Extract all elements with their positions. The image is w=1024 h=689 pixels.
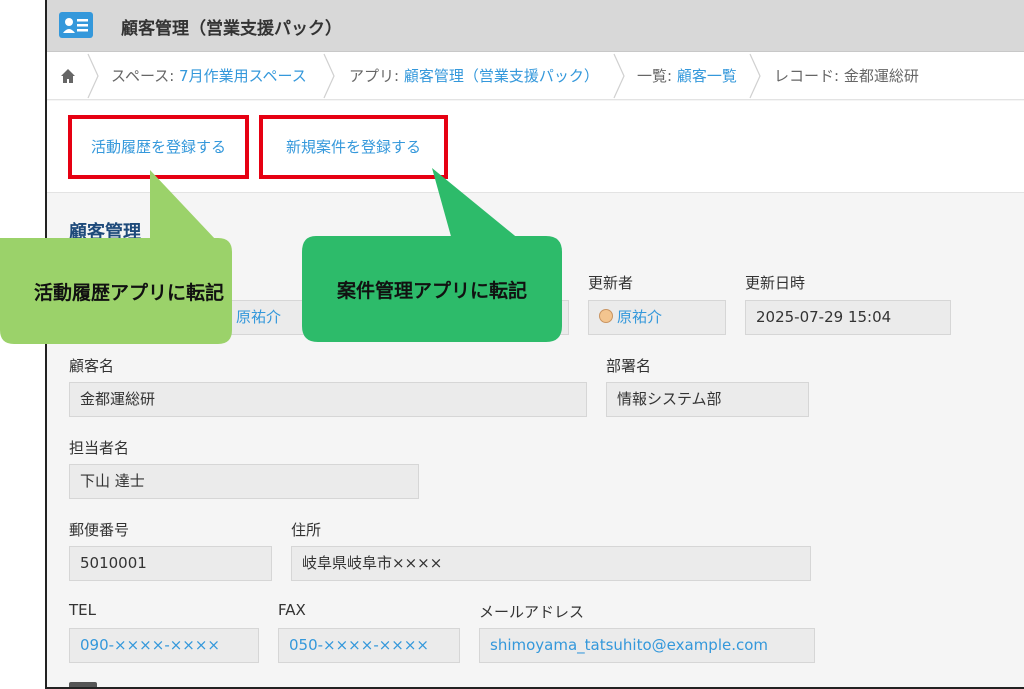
breadcrumb-separator-icon [613,53,625,99]
breadcrumb-record: レコード: 金都運総研 [774,67,919,85]
breadcrumb: スペース: 7月作業用スペース アプリ: 顧客管理（営業支援パック） 一覧: 顧… [47,52,1024,100]
breadcrumb-space-link[interactable]: 7月作業用スペース [179,67,307,85]
activity-callout: 活動履歴アプリに転記 [33,281,224,304]
customer-app-icon [59,12,93,38]
tel-label: TEL [69,601,96,619]
postal-code-label: 郵便番号 [69,521,130,539]
breadcrumb-space-prefix: スペース: [111,67,180,85]
breadcrumb-app-prefix: アプリ: [349,67,404,85]
updater-label: 更新者 [588,274,634,292]
app-header: 顧客管理（営業支援パック） [47,0,1024,52]
action-bar: 活動履歴を登録する 新規案件を登録する [47,101,1024,193]
customer-name-field: 金都運総研 [69,382,587,417]
updater-field[interactable]: 原祐介 [588,300,726,335]
department-field: 情報システム部 [606,382,809,417]
fax-label: FAX [278,601,306,619]
updater-name[interactable]: 原祐介 [617,308,662,326]
email-label: メールアドレス [479,603,585,621]
home-icon[interactable] [59,52,77,100]
register-activity-button[interactable]: 活動履歴を登録する [68,115,249,179]
breadcrumb-separator-icon [749,53,761,99]
tel-field[interactable]: 090-××××-×××× [69,628,259,663]
breadcrumb-separator-icon [323,53,335,99]
breadcrumb-list-prefix: 一覧: [637,67,677,85]
app-title: 顧客管理（営業支援パック） [121,19,342,39]
breadcrumb-app-link[interactable]: 顧客管理（営業支援パック） [404,67,599,85]
breadcrumb-app[interactable]: アプリ: 顧客管理（営業支援パック） [349,52,599,100]
department-label: 部署名 [606,357,652,375]
postal-code-field: 5010001 [69,546,272,581]
updated-at-field: 2025-07-29 15:04 [745,300,951,335]
breadcrumb-space[interactable]: スペース: 7月作業用スペース [111,52,307,100]
breadcrumb-list-link[interactable]: 顧客一覧 [677,67,737,85]
customer-name-label: 顧客名 [69,357,115,375]
register-case-button[interactable]: 新規案件を登録する [259,115,448,179]
address-field: 岐阜県岐阜市×××× [291,546,811,581]
updated-at-label: 更新日時 [745,274,806,292]
case-callout: 案件管理アプリに転記 [336,279,527,302]
contact-label: 担当者名 [69,439,130,457]
avatar-icon [599,309,613,323]
contact-field: 下山 達士 [69,464,419,499]
fax-field[interactable]: 050-××××-×××× [278,628,460,663]
kintone-window: 顧客管理（営業支援パック） スペース: 7月作業用スペース アプリ: 顧客管理（… [45,0,1024,689]
breadcrumb-list[interactable]: 一覧: 顧客一覧 [637,52,737,100]
breadcrumb-separator-icon [87,53,99,99]
next-label-fragment [69,682,99,687]
address-label: 住所 [291,521,322,539]
email-field[interactable]: shimoyama_tatsuhito@example.com [479,628,815,663]
